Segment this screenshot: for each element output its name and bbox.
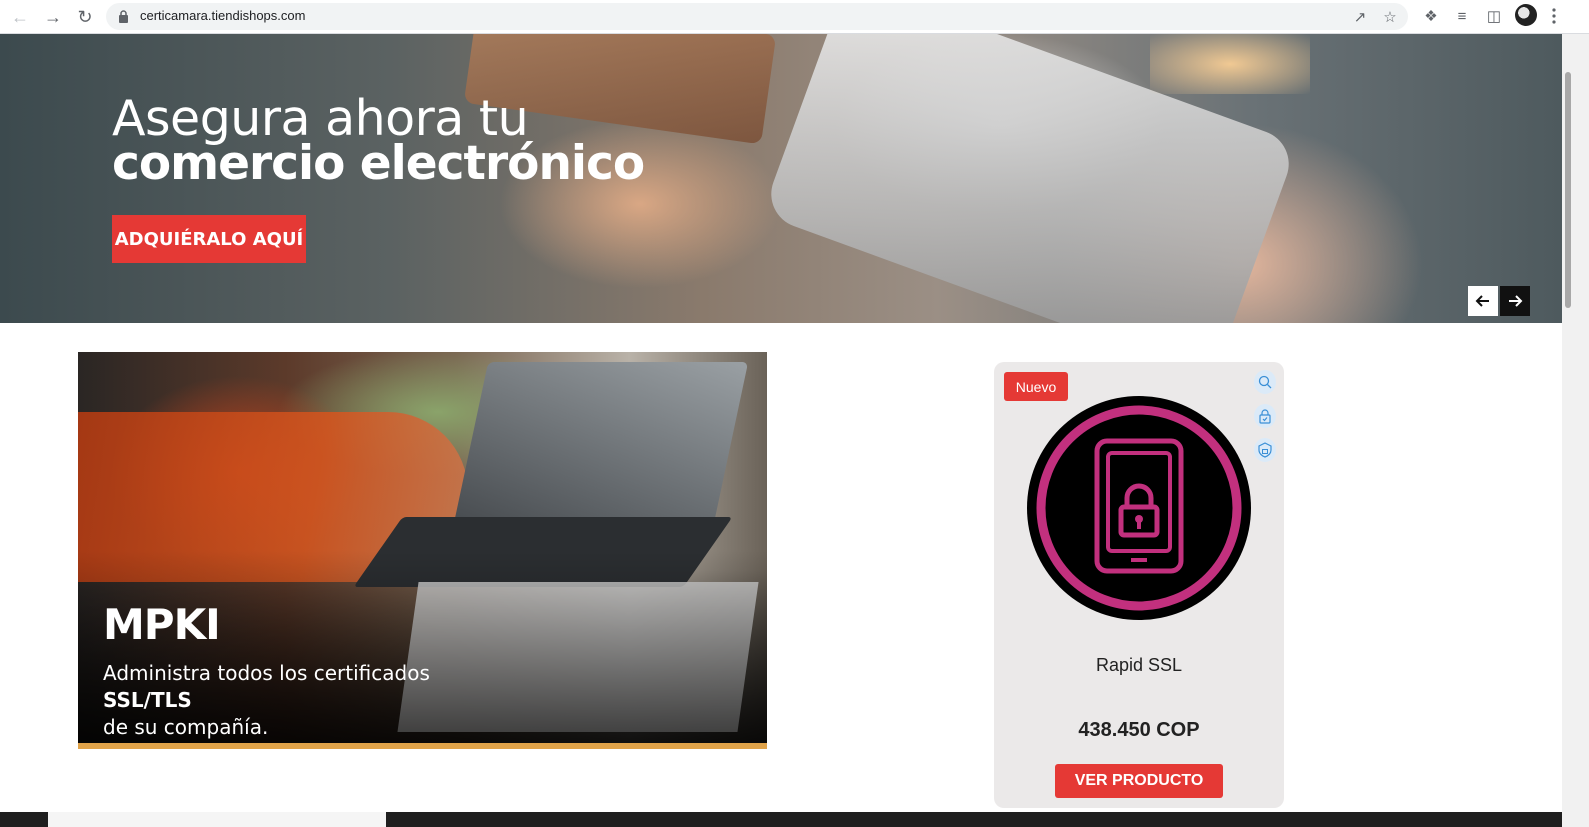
back-icon[interactable]: ←: [8, 5, 32, 29]
browser-toolbar: ← → ↻ certicamara.tiendishops.com ↗ ☆ ❖ …: [0, 0, 1589, 34]
arrow-left-icon: [1475, 295, 1489, 307]
address-bar[interactable]: certicamara.tiendishops.com ↗ ☆: [106, 3, 1408, 30]
mpki-description: Administra todos los certificados SSL/TL…: [103, 660, 523, 741]
product-card[interactable]: Nuevo Rapid SSL 438.450 COP VER PRODUCTO: [994, 362, 1284, 808]
profile-avatar[interactable]: [1515, 4, 1537, 26]
share-icon[interactable]: ↗: [1350, 7, 1370, 27]
side-panel-icon[interactable]: ◫: [1483, 5, 1505, 27]
bottom-tab: [48, 812, 386, 827]
product-name[interactable]: Rapid SSL: [994, 655, 1284, 676]
hero-light-glow: [1150, 34, 1310, 94]
reload-icon[interactable]: ↻: [73, 5, 97, 29]
lock-check-icon[interactable]: [1254, 404, 1276, 428]
extensions-icon[interactable]: ❖: [1420, 5, 1442, 27]
mpki-desc-bold: SSL/TLS: [103, 688, 192, 712]
menu-icon[interactable]: [1552, 7, 1556, 25]
page-scrollbar[interactable]: [1562, 34, 1589, 827]
reading-list-icon[interactable]: ≡: [1451, 5, 1473, 27]
star-icon[interactable]: ☆: [1380, 7, 1400, 27]
lock-shield-icon[interactable]: [1254, 438, 1276, 462]
arrow-right-icon: [1509, 295, 1523, 307]
hero-slider: Asegura ahora tu comercio electrónico AD…: [0, 34, 1562, 323]
mpki-desc-text: Administra todos los certificados: [103, 661, 430, 685]
mpki-title: MPKI: [103, 600, 221, 649]
hero-title-line2: comercio electrónico: [112, 136, 645, 191]
forward-icon[interactable]: →: [41, 5, 65, 29]
mpki-banner[interactable]: MPKI Administra todos los certificados S…: [78, 352, 767, 749]
mpki-desc-text-2: de su compañía.: [103, 715, 269, 739]
lock-icon: [119, 10, 128, 23]
view-product-button[interactable]: VER PRODUCTO: [1055, 764, 1223, 798]
mpki-accent-bar: [78, 743, 767, 749]
scrollbar-thumb[interactable]: [1565, 72, 1571, 308]
product-price: 438.450 COP: [1078, 719, 1200, 741]
slider-next-button[interactable]: [1500, 286, 1530, 316]
ssl-mobile-lock-icon: [1027, 396, 1251, 620]
slider-prev-button[interactable]: [1468, 286, 1498, 316]
url-text: certicamara.tiendishops.com: [140, 8, 306, 23]
search-shield-icon[interactable]: [1254, 370, 1276, 394]
hero-cta-button[interactable]: ADQUIÉRALO AQUÍ: [112, 215, 306, 263]
